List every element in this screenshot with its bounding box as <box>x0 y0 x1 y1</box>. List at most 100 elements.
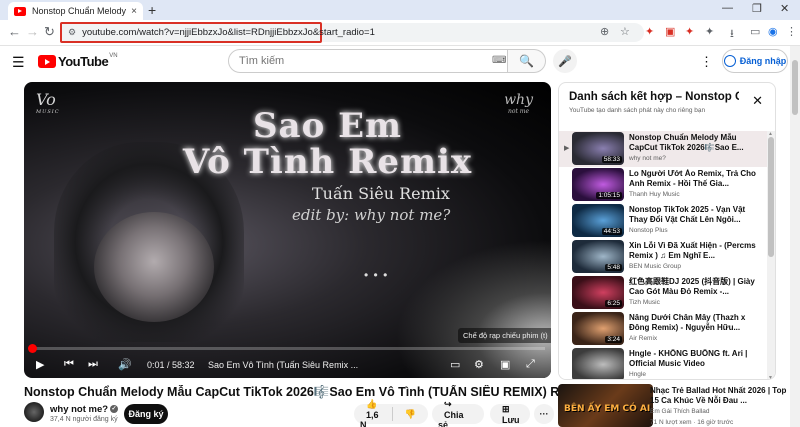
share-label: Chia sẻ <box>438 409 464 427</box>
search-icon: 🔍 <box>519 54 534 68</box>
sign-in-button[interactable]: Đăng nhập <box>722 49 788 73</box>
overlay-title-line1: Sao Em <box>253 106 402 146</box>
subscribe-button[interactable]: Đăng ký <box>124 404 168 424</box>
playlist-item-duration: 3:24 <box>605 336 622 343</box>
voice-search-button[interactable]: 🎤 <box>553 49 577 73</box>
youtube-logo[interactable]: YouTube VN <box>38 52 118 69</box>
recommended-channel[interactable]: Em Gái Thích Ballad <box>650 408 710 415</box>
search-input[interactable] <box>239 55 479 67</box>
recommended-thumbnail[interactable]: BÊN ẤY EM CÓ AI RỒI <box>558 384 653 427</box>
youtube-masthead: ☰ YouTube VN ⌨ 🔍 🎤 ⋮ Đăng nhập <box>0 46 800 76</box>
share-button[interactable]: ↪ Chia sẻ <box>432 399 484 427</box>
dislike-button[interactable]: 👎 <box>393 409 428 420</box>
playlist-item-title: Nonstop Chuẩn Melody Mẫu CapCut TikTok 2… <box>629 133 744 152</box>
back-arrow-icon[interactable]: ← <box>8 24 21 39</box>
forward-arrow-icon[interactable]: → <box>26 24 39 39</box>
playlist-title[interactable]: Danh sách kết hợp – Nonstop Chuẩn... <box>569 91 739 103</box>
playlist-item[interactable]: 5:48 Xin Lỗi Vì Đã Xuất Hiện - (Percms Re… <box>559 239 767 275</box>
playlist-item[interactable]: 44:53 Nonstop TikTok 2025 - Vạn Vật Thay … <box>559 203 767 239</box>
subtitles-icon[interactable]: ▭ <box>450 358 460 371</box>
playlist-item-channel: BEN Music Group <box>629 263 682 270</box>
channel-name[interactable]: why not me? ✓ <box>50 404 119 415</box>
overlay-credit: edit by: why not me? <box>292 206 451 224</box>
profile-icon[interactable]: ◉ <box>768 25 778 38</box>
playlist-item-thumbnail[interactable]: 1:05:15 <box>572 168 624 201</box>
window-close-button[interactable]: ✕ <box>780 2 789 15</box>
hamburger-menu-icon[interactable]: ☰ <box>12 54 25 71</box>
progress-bar[interactable] <box>27 344 545 353</box>
next-icon[interactable]: ⏭ <box>88 358 98 371</box>
playlist-item-thumbnail[interactable]: 5:48 <box>572 240 624 273</box>
save-button[interactable]: ⊞ Lưu <box>490 403 530 425</box>
browser-toolbar: ← → ↻ ⚙ youtube.com/watch?v=njjiEbbzxJo&… <box>0 20 800 46</box>
extension-shield-icon[interactable]: ✦ <box>685 25 694 38</box>
chapter-title[interactable]: Sao Em Vô Tình (Tuấn Siêu Remix ... <box>208 360 358 370</box>
window-maximize-button[interactable]: ❐ <box>752 2 762 15</box>
playlist-item[interactable]: ▶ 58:33 Nonstop Chuẩn Melody Mẫu CapCut Ti… <box>559 131 767 167</box>
more-actions-button[interactable]: ··· <box>534 404 554 424</box>
playlist-item-thumbnail[interactable]: 58:33 <box>572 132 624 165</box>
window-minimize-button[interactable]: — <box>722 2 733 14</box>
playlist-item-thumbnail[interactable]: 44:53 <box>572 204 624 237</box>
recommended-title[interactable]: Nhạc Trẻ Ballad Hot Nhất 2026 | Top 15 C… <box>650 386 790 406</box>
sidebar-icon[interactable]: ▭ <box>750 25 760 38</box>
playlist-item[interactable]: 3:24 Nâng Dưới Chân Mây (Thazh x Đông Rem… <box>559 311 767 347</box>
youtube-play-logo-icon <box>38 55 56 68</box>
playlist-item-thumbnail[interactable]: 6:25 <box>572 276 624 309</box>
downloads-icon[interactable]: ⭳ <box>730 25 734 44</box>
playlist-scrollbar[interactable]: ▲ ▼ <box>767 131 775 379</box>
keyboard-icon[interactable]: ⌨ <box>492 55 506 66</box>
playlist-item-title: Nâng Dưới Chân Mây (Thazh x Đông Remix) … <box>629 313 746 332</box>
bookmark-star-icon[interactable]: ☆ <box>620 25 630 38</box>
more-options-icon[interactable]: ⋮ <box>700 54 713 70</box>
playlist-close-icon[interactable]: ✕ <box>752 93 763 109</box>
page-scrollbar[interactable] <box>790 46 800 427</box>
miniplayer-icon[interactable]: ▣ <box>500 358 510 371</box>
fullscreen-icon[interactable]: ⤢ <box>526 358 535 371</box>
address-bar[interactable]: ⚙ youtube.com/watch?v=njjiEbbzxJo&list=R… <box>60 22 375 43</box>
channel-name-text: why not me? <box>50 404 109 415</box>
time-display: 0:01 / 58:32 <box>147 360 195 370</box>
browser-tab-youtube[interactable]: Nonstop Chuẩn Melody Mẫu C × <box>8 2 143 20</box>
volume-icon[interactable]: 🔊 <box>118 358 132 371</box>
playlist-scrollbar-thumb[interactable] <box>768 137 774 257</box>
playlist-item[interactable]: Hngle - KHÔNG BUÔNG ft. Ari | Official M… <box>559 347 767 379</box>
playlist-item-channel: Air Remix <box>629 335 658 342</box>
settings-gear-icon[interactable]: ⚙ <box>474 358 484 371</box>
playlist-item-index: ▶ <box>564 145 570 152</box>
overlay-title-line2: Vô Tình Remix <box>182 142 473 182</box>
player-controls: ▶ ⏮ ⏭ 🔊 0:01 / 58:32 Sao Em Vô Tình (Tuấ… <box>24 354 551 376</box>
playlist-item-thumbnail[interactable] <box>572 348 624 379</box>
search-button[interactable]: 🔍 <box>508 49 546 73</box>
more-horizontal-icon: ··· <box>539 409 549 419</box>
playlist-item-duration: 44:53 <box>601 228 622 235</box>
site-info-icon[interactable]: ⚙ <box>68 27 76 38</box>
video-player[interactable]: Vo MUSIC why not me Sao Em Vô Tình Remix… <box>24 82 551 378</box>
playlist-item-duration: 6:25 <box>605 300 622 307</box>
new-tab-button[interactable]: + <box>148 2 156 18</box>
extension-red-icon[interactable]: ✦ <box>645 25 654 38</box>
playlist-item-thumbnail[interactable]: 3:24 <box>572 312 624 345</box>
save-playlist-icon: ⊞ <box>502 403 510 414</box>
play-icon[interactable]: ▶ <box>36 358 44 371</box>
browser-menu-icon[interactable]: ⋮ <box>786 25 797 38</box>
microphone-icon: 🎤 <box>558 55 572 68</box>
extension-video-icon[interactable]: ▣ <box>665 25 675 38</box>
page-scrollbar-thumb[interactable] <box>792 60 798 115</box>
reload-icon[interactable]: ↻ <box>44 24 55 40</box>
previous-icon[interactable]: ⏮ <box>64 358 74 371</box>
like-button[interactable]: 👍 1,6 N <box>354 399 392 427</box>
account-icon <box>723 55 736 67</box>
scroll-down-icon[interactable]: ▼ <box>768 375 773 379</box>
tab-close-icon[interactable]: × <box>131 6 137 17</box>
playlist-item[interactable]: 6:25 红色高跟鞋DJ 2025 (抖音版) | Giày Cao Gót Mà… <box>559 275 767 311</box>
install-app-icon[interactable]: ⊕ <box>600 25 609 38</box>
playlist-item[interactable]: 1:05:15 Lo Người Ướt Áo Remix, Trả Cho An… <box>559 167 767 203</box>
playlist-item-channel: Hngle <box>629 371 646 378</box>
playlist-item-duration: 5:48 <box>605 264 622 271</box>
channel-avatar[interactable] <box>24 402 44 422</box>
extensions-puzzle-icon[interactable]: ✦ <box>705 25 714 38</box>
progress-scrubber-handle[interactable] <box>27 344 37 353</box>
country-code: VN <box>109 52 118 59</box>
playlist-item-title: Hngle - KHÔNG BUÔNG ft. Ari | Official M… <box>629 349 748 368</box>
